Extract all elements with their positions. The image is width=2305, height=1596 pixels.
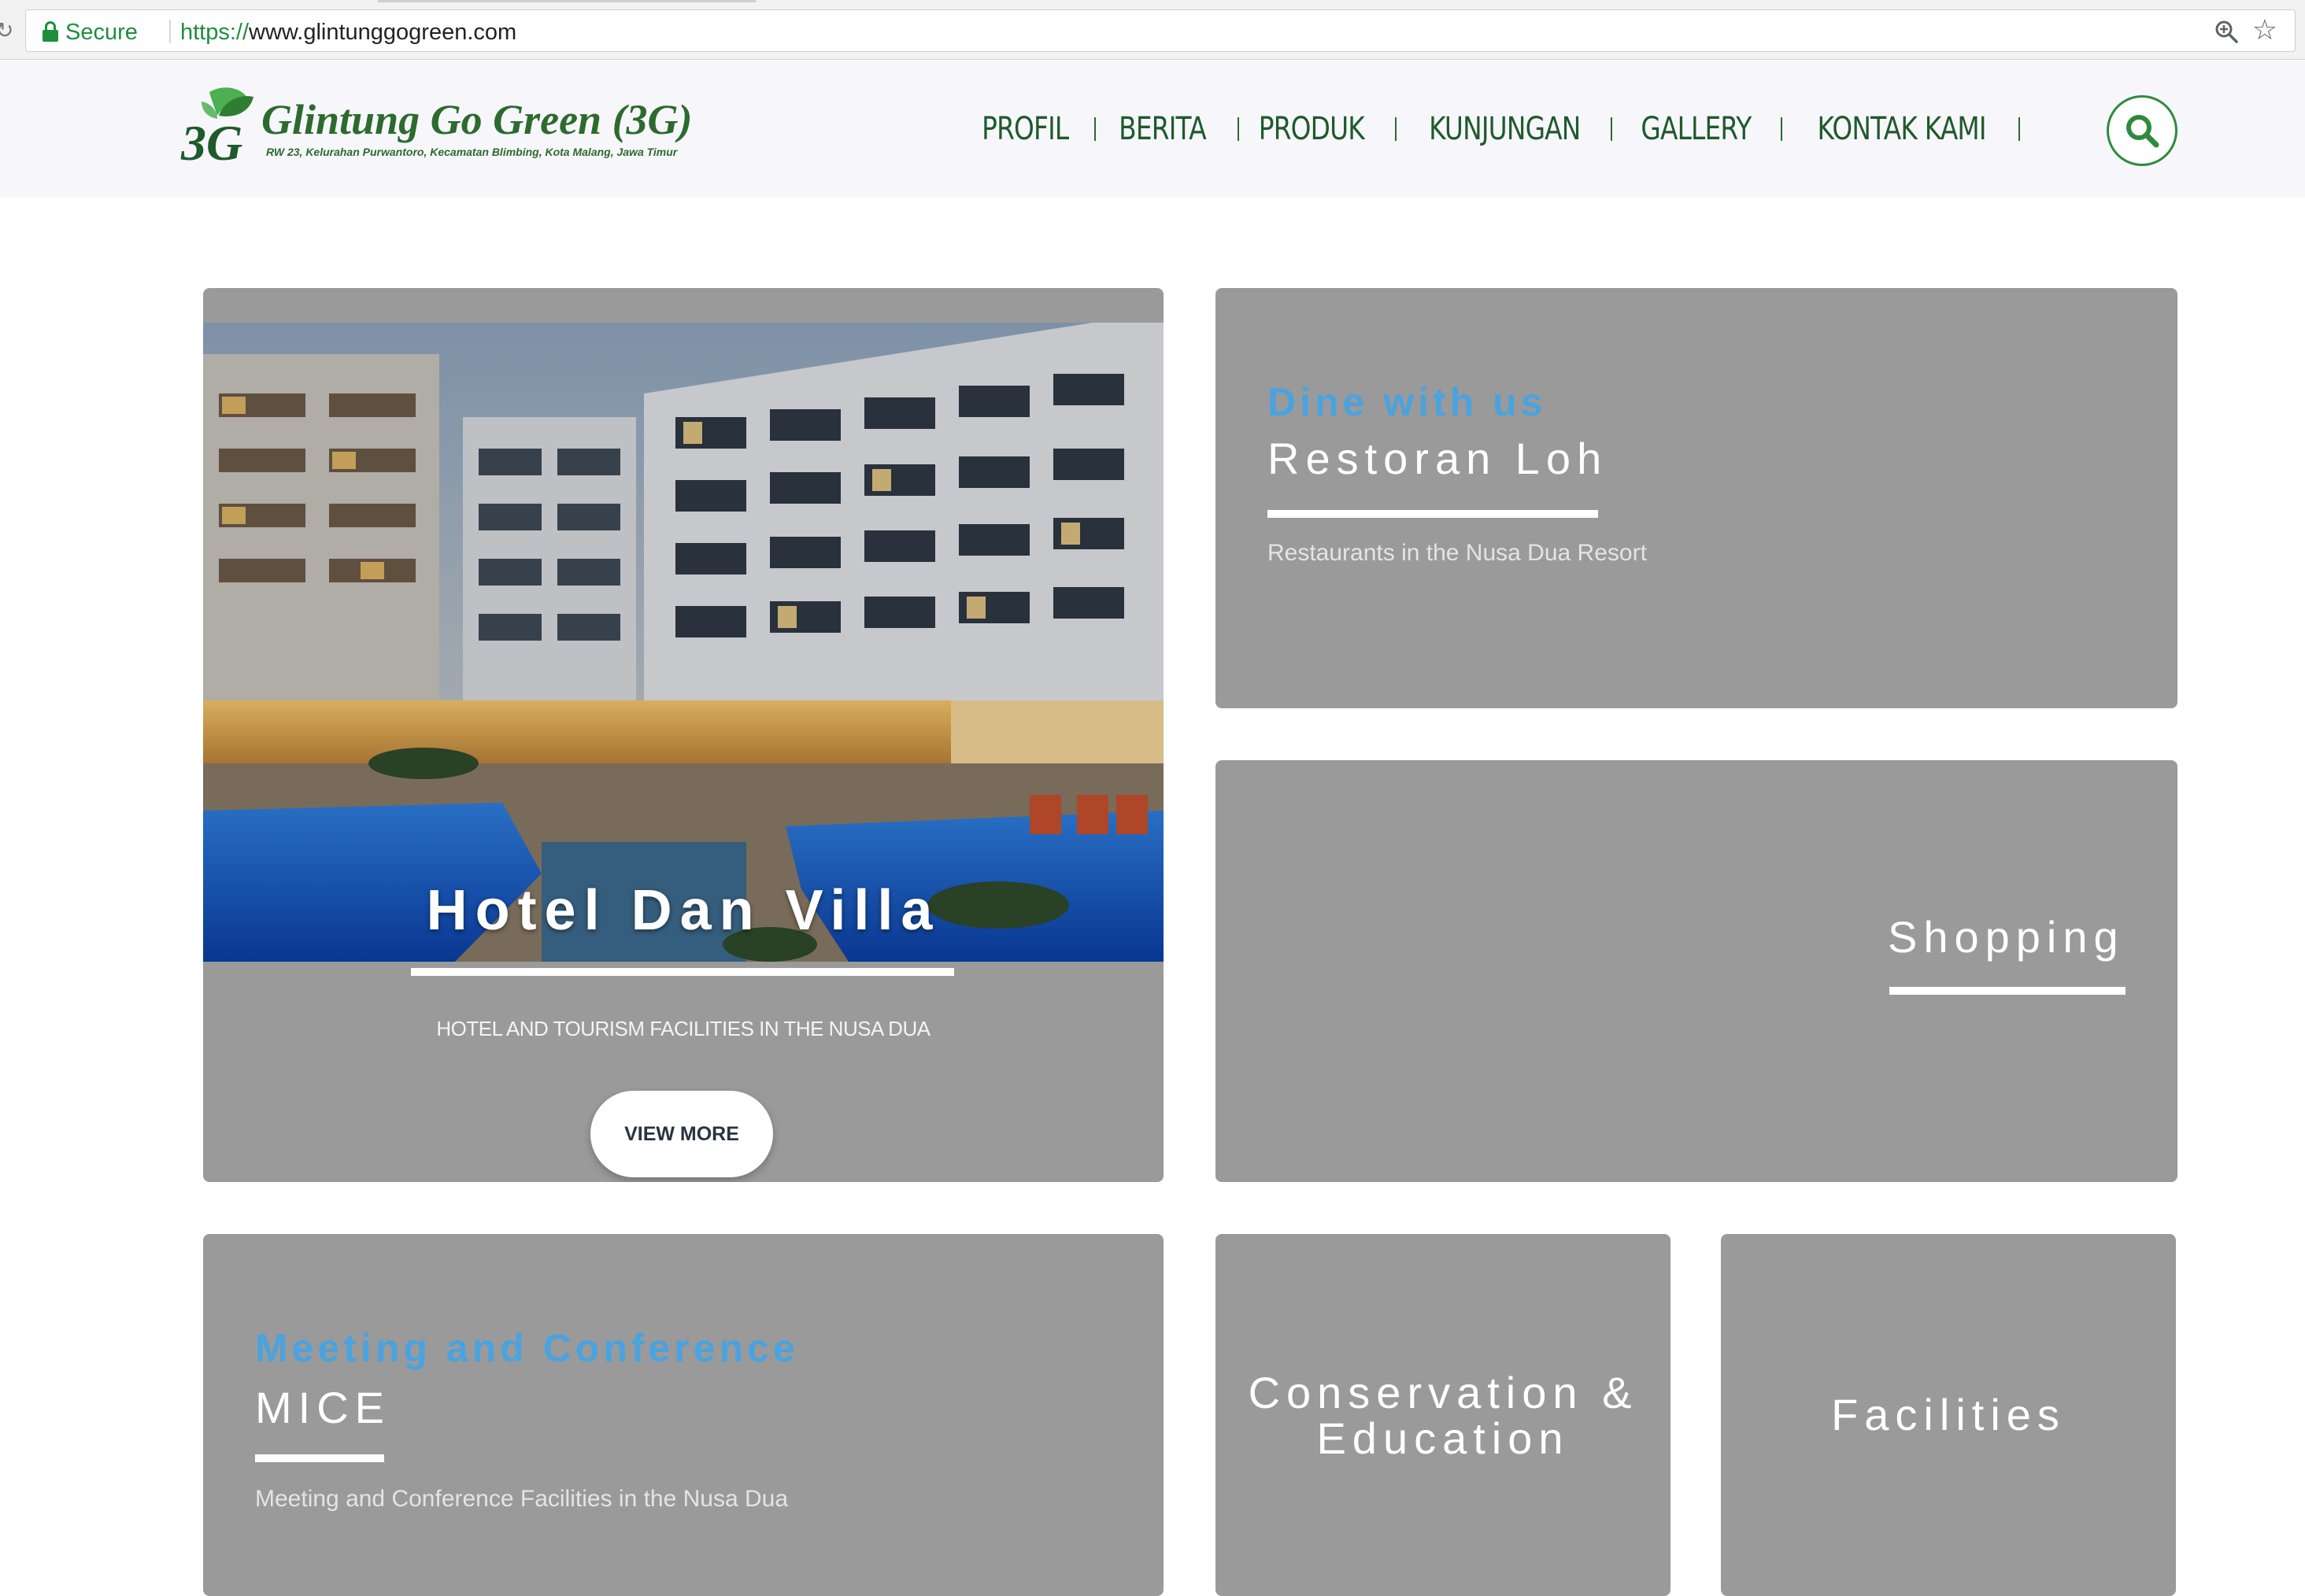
nav-separator	[2018, 117, 2020, 141]
omnibox-divider	[169, 20, 171, 43]
logo-mark-text: 3G	[180, 115, 242, 171]
nav-label: GALLERY	[1640, 111, 1752, 147]
hotel-title: Hotel Dan Villa	[426, 879, 941, 942]
restoran-description: Restaurants in the Nusa Dua Resort	[1267, 540, 1647, 566]
url-text[interactable]: https://www.glintunggogreen.com	[180, 20, 516, 46]
facilities-title: Facilities	[1831, 1390, 2066, 1439]
url-scheme: https://	[180, 20, 250, 45]
nav-separator	[1781, 117, 1782, 141]
nav-separator	[1094, 117, 1096, 141]
hotel-title-underline	[411, 968, 954, 976]
site-logo[interactable]: 3G Glintung Go Green (3G) RW 23, Kelurah…	[178, 84, 721, 179]
logo-title: Glintung Go Green (3G)	[261, 96, 693, 143]
mice-title: MICE	[255, 1383, 390, 1432]
nav-produk[interactable]: PRODUK	[1258, 111, 1365, 147]
mice-card[interactable]: Meeting and Conference MICE Meeting and …	[203, 1234, 1164, 1596]
nav-label: BERITA	[1118, 111, 1207, 147]
mice-description: Meeting and Conference Facilities in the…	[255, 1486, 789, 1512]
leaf-logo-icon: 3G	[180, 87, 253, 171]
hotel-subtitle: HOTEL AND TOURISM FACILITIES IN THE NUSA…	[436, 1017, 931, 1040]
search-icon	[2126, 115, 2159, 148]
nav-separator	[1395, 117, 1397, 141]
nav-profil[interactable]: PROFIL	[976, 111, 1074, 147]
nav-berita[interactable]: BERITA	[1116, 111, 1208, 147]
logo-subtitle: RW 23, Kelurahan Purwantoro, Kecamatan B…	[266, 146, 678, 158]
site-header: 3G Glintung Go Green (3G) RW 23, Kelurah…	[0, 61, 2305, 198]
url-host: www.glintunggogreen.com	[249, 20, 517, 45]
restoran-kicker: Dine with us	[1267, 380, 1547, 424]
nav-gallery[interactable]: GALLERY	[1640, 111, 1752, 147]
view-more-button[interactable]: VIEW MORE	[590, 1091, 773, 1177]
main-nav: PROFIL BERITA PRODUK KUNJUNGAN GALLERY K…	[976, 61, 2020, 198]
restoran-title: Restoran Loh	[1267, 434, 1608, 483]
facilities-card[interactable]: Facilities	[1721, 1234, 2176, 1596]
hotel-photo	[203, 323, 1164, 962]
nav-kunjungan[interactable]: KUNJUNGAN	[1428, 111, 1581, 147]
nav-label: KONTAK KAMI	[1817, 111, 1987, 147]
nav-label: PRODUK	[1258, 111, 1365, 147]
nav-separator	[1238, 117, 1239, 141]
secure-label[interactable]: Secure	[65, 20, 138, 46]
shopping-title: Shopping	[1888, 912, 2125, 962]
conservation-title-line2: Education	[1316, 1413, 1570, 1463]
restoran-card[interactable]: Dine with us Restoran Loh Restaurants in…	[1215, 288, 2177, 708]
mice-underline	[255, 1454, 384, 1462]
conservation-education-card[interactable]: Conservation & Education	[1215, 1234, 1670, 1596]
nav-label: KUNJUNGAN	[1428, 111, 1581, 147]
address-bar[interactable]: Secure https://www.glintunggogreen.com ☆	[25, 9, 2296, 52]
hotel-villa-card[interactable]: Hotel Dan Villa HOTEL AND TOURISM FACILI…	[203, 288, 1164, 1182]
browser-toolbar: ↻ Secure https://www.glintunggogreen.com…	[0, 0, 2305, 60]
shopping-underline	[1889, 987, 2126, 995]
search-button[interactable]	[2107, 95, 2177, 166]
lock-icon[interactable]	[42, 21, 59, 42]
nav-label: PROFIL	[981, 111, 1069, 147]
zoom-icon[interactable]	[2213, 18, 2240, 45]
nav-separator	[1611, 117, 1612, 141]
tab-strip	[378, 0, 756, 2]
conservation-title-line1: Conservation &	[1248, 1368, 1638, 1417]
mice-kicker: Meeting and Conference	[255, 1326, 799, 1370]
star-icon[interactable]: ☆	[2252, 15, 2277, 46]
restoran-underline	[1267, 510, 1598, 518]
reload-icon[interactable]: ↻	[0, 17, 13, 43]
nav-kontak-kami[interactable]: KONTAK KAMI	[1817, 111, 1987, 147]
shopping-card[interactable]: Shopping	[1215, 760, 2177, 1182]
